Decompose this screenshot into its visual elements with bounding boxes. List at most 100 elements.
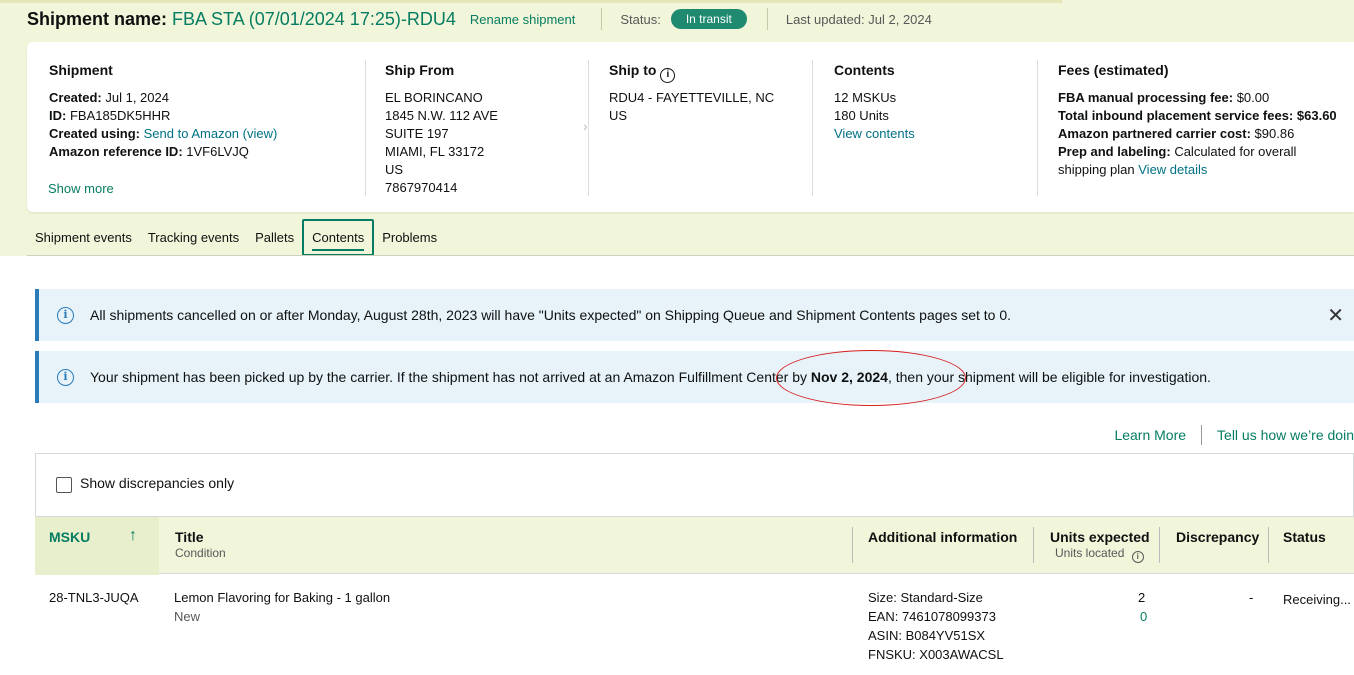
show-discrepancies-label[interactable]: Show discrepancies only [80,475,234,491]
column-divider [365,60,366,196]
unit-count: 180 Units [834,108,889,123]
row-status: Receiving... [1283,592,1351,607]
contents-heading: Contents [834,62,895,78]
info-icon: i [57,306,74,324]
shipment-summary-card: Shipment Created: Jul 1, 2024 ID: FBA185… [27,42,1354,212]
help-links: Learn More Tell us how we’re doin [1114,425,1354,445]
units-located-header: Units located [1055,546,1125,560]
msku-header[interactable]: MSKU [49,529,90,545]
shipment-name-label: Shipment name: [27,8,168,29]
row-additional-info: Size: Standard-Size EAN: 7461078099373 A… [868,588,1004,664]
shipment-name-value: FBA STA (07/01/2024 17:25)-RDU4 [172,8,456,29]
status-header: Status [1283,529,1326,545]
msku-count: 12 MSKUs [834,90,897,105]
ship-from-line: 1845 N.W. 112 AVE [385,108,498,123]
contents-table-header: MSKU ↑ Title Condition Additional inform… [35,516,1354,575]
ship-from-line: SUITE 197 [385,126,449,141]
shipment-heading: Shipment [49,62,113,78]
carrier-pickup-alert-text: Your shipment has been picked up by the … [90,369,1211,385]
top-accent-bar [0,0,1062,3]
show-discrepancies-checkbox[interactable] [56,477,72,493]
tab-shipment-events[interactable]: Shipment events [27,219,140,256]
ship-to-column: Ship to i RDU4 - FAYETTEVILLE, NC US [609,42,809,212]
divider [601,8,603,30]
shipment-details: Created: Jul 1, 2024 ID: FBA185DK5HHR Cr… [49,89,277,161]
ship-from-column: Ship From EL BORINCANO 1845 N.W. 112 AVE… [385,42,585,212]
condition-header: Condition [175,546,226,560]
fees-heading: Fees (estimated) [1058,62,1169,78]
discrepancy-header: Discrepancy [1176,529,1260,545]
row-condition: New [174,609,201,624]
close-icon[interactable]: ✕ [1327,303,1344,328]
learn-more-link[interactable]: Learn More [1114,427,1186,443]
shipment-title-row: Shipment name: FBA STA (07/01/2024 17:25… [27,6,932,32]
tab-pallets[interactable]: Pallets [247,219,302,256]
column-divider [1037,60,1038,196]
info-icon[interactable]: i [660,68,676,83]
column-divider [852,527,853,563]
feedback-link[interactable]: Tell us how we’re doin [1217,427,1354,443]
view-contents-link[interactable]: View contents [834,126,915,141]
prep-label: Prep and labeling: [1058,144,1171,159]
arrow-up-icon[interactable]: ↑ [129,527,137,545]
cancellation-alert: i All shipments cancelled on or after Mo… [35,289,1354,341]
show-more-link[interactable]: Show more [48,181,114,196]
ship-to-heading-wrap: Ship to i [609,62,676,83]
shipment-tabs: Shipment events Tracking events Pallets … [27,219,445,256]
info-icon[interactable]: i [1131,551,1144,563]
divider [1201,425,1203,445]
row-units-expected: 2 [1138,590,1146,605]
carrier-pickup-alert: i Your shipment has been picked up by th… [35,351,1354,403]
ship-to-line: US [609,108,628,123]
row-size: Size: Standard-Size [868,590,983,605]
ship-from-line: 7867970414 [385,180,458,195]
tab-tracking-events[interactable]: Tracking events [140,219,247,256]
ship-from-line: EL BORINCANO [385,90,483,105]
status-badge: In transit [670,9,747,29]
column-divider [1033,527,1034,563]
divider [766,8,768,30]
chevron-right-icon: › [583,118,588,134]
send-to-amazon-link[interactable]: Send to Amazon (view) [144,126,278,141]
prep-value: Calculated for overall [1174,144,1297,159]
prep-value-continued: shipping plan [1058,162,1135,177]
reference-id-label: Amazon reference ID: [49,144,183,159]
column-divider [1159,527,1160,563]
last-updated: Last updated: Jul 2, 2024 [785,11,932,27]
row-discrepancy: - [1249,590,1254,605]
fees-details: FBA manual processing fee: $0.00 Total i… [1058,89,1337,179]
row-units-located[interactable]: 0 [1140,607,1147,626]
tab-problems[interactable]: Problems [374,219,445,256]
info-icon: i [57,368,74,386]
carrier-cost-label: Amazon partnered carrier cost: [1058,126,1251,141]
tab-contents[interactable]: Contents [302,219,375,256]
additional-info-header: Additional information [868,529,1018,545]
created-value: Jul 1, 2024 [105,90,169,105]
ship-from-line: US [385,162,404,177]
row-title[interactable]: Lemon Flavoring for Baking - 1 gallon [174,588,390,607]
msku-header-cell[interactable]: MSKU ↑ [35,517,159,575]
column-divider [1268,527,1269,563]
manual-fee-label: FBA manual processing fee: [1058,90,1234,105]
carrier-cost-value: $90.86 [1254,126,1295,141]
ship-from-line: MIAMI, FL 33172 [385,144,485,159]
status-label: Status: [620,11,661,27]
placement-fee-value: $63.60 [1296,108,1337,123]
row-ean: EAN: 7461078099373 [868,609,996,624]
column-divider [812,60,813,196]
ship-to-address: RDU4 - FAYETTEVILLE, NC US [609,89,774,125]
contents-summary: 12 MSKUs 180 Units View contents [834,89,915,143]
units-expected-header: Units expected [1050,529,1150,545]
placement-fee-label: Total inbound placement service fees: [1058,108,1294,123]
filter-bar: Show discrepancies only [35,453,1354,516]
created-label: Created: [49,90,102,105]
tabs-divider [27,255,1354,256]
view-details-link[interactable]: View details [1138,162,1207,177]
id-label: ID: [49,108,67,123]
rename-shipment-link[interactable]: Rename shipment [470,12,576,27]
ship-from-address: EL BORINCANO 1845 N.W. 112 AVE SUITE 197… [385,89,498,197]
row-msku: 28-TNL3-JUQA [49,590,139,605]
title-header: Title [175,529,204,545]
units-located-header-wrap: Units located i [1055,546,1144,563]
fees-column: Fees (estimated) FBA manual processing f… [1058,42,1354,212]
